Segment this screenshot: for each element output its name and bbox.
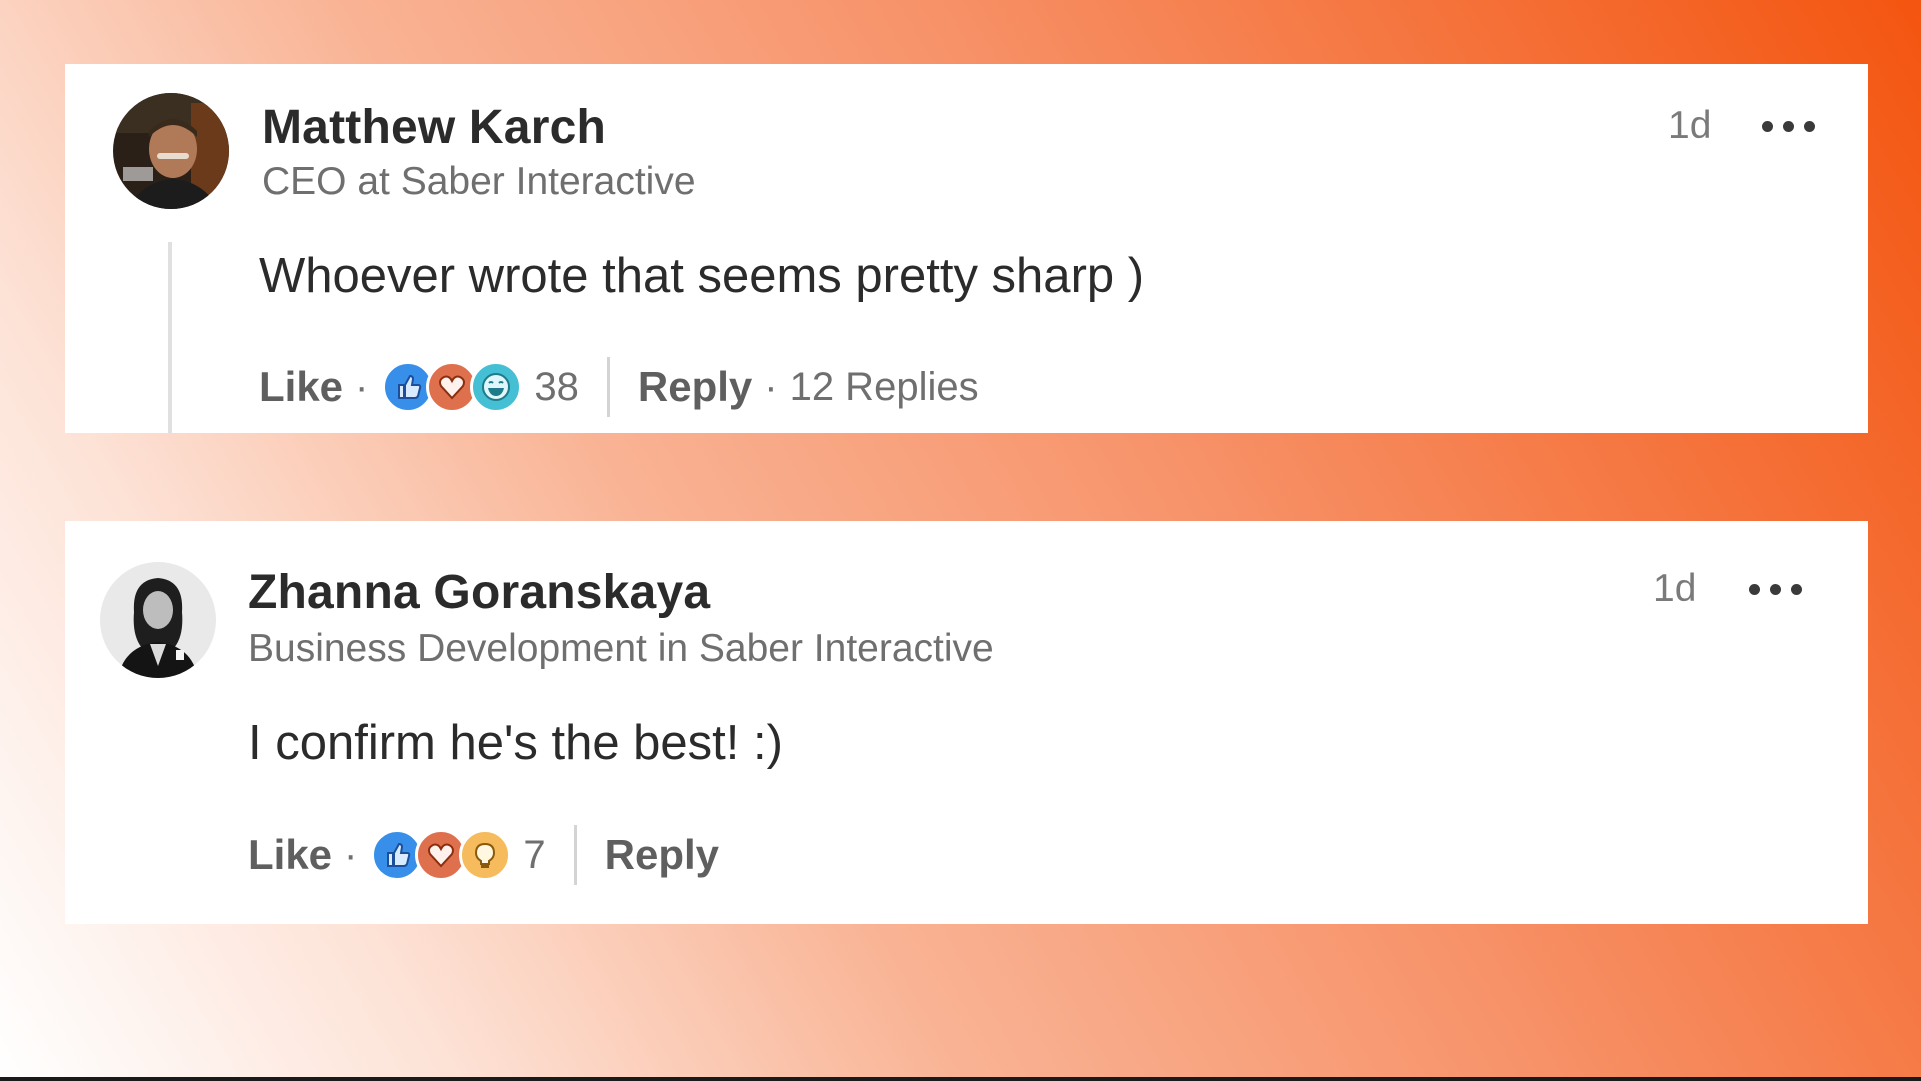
divider [573,825,577,885]
divider [606,357,610,417]
comment-text: I confirm he's the best! :) [248,716,783,770]
comment-timestamp: 1d [1653,567,1697,610]
author-headline: Business Development in Saber Interactiv… [248,627,994,670]
separator-dot: · [764,364,778,409]
comment-actions: Like · 38 Reply · 12 Replies [259,357,979,417]
reply-button[interactable]: Reply [638,363,752,411]
funny-icon [470,361,523,413]
avatar[interactable] [113,93,229,209]
comment-timestamp: 1d [1668,104,1712,147]
insightful-icon [459,829,512,881]
reactions-summary[interactable] [371,829,512,881]
more-options-icon[interactable] [1762,116,1818,136]
reply-button[interactable]: Reply [605,831,719,879]
bottom-border [0,1077,1921,1081]
thread-line [168,242,172,433]
avatar[interactable] [100,562,216,678]
like-button[interactable]: Like [259,363,343,411]
comment-card: Zhanna Goranskaya Business Development i… [65,521,1868,924]
author-name[interactable]: Matthew Karch [262,100,606,155]
replies-link[interactable]: 12 Replies [790,365,979,410]
comment-card: Matthew Karch CEO at Saber Interactive 1… [65,64,1868,433]
author-headline: CEO at Saber Interactive [262,160,696,203]
more-options-icon[interactable] [1749,579,1805,599]
reactions-summary[interactable] [382,361,523,413]
separator-dot: · [355,364,369,409]
comment-text: Whoever wrote that seems pretty sharp ) [259,249,1145,303]
comment-actions: Like · 7 Reply [248,825,719,885]
author-name[interactable]: Zhanna Goranskaya [248,565,710,620]
reaction-count[interactable]: 38 [534,365,579,410]
like-button[interactable]: Like [248,831,332,879]
reaction-count[interactable]: 7 [523,833,545,878]
separator-dot: · [344,832,358,877]
